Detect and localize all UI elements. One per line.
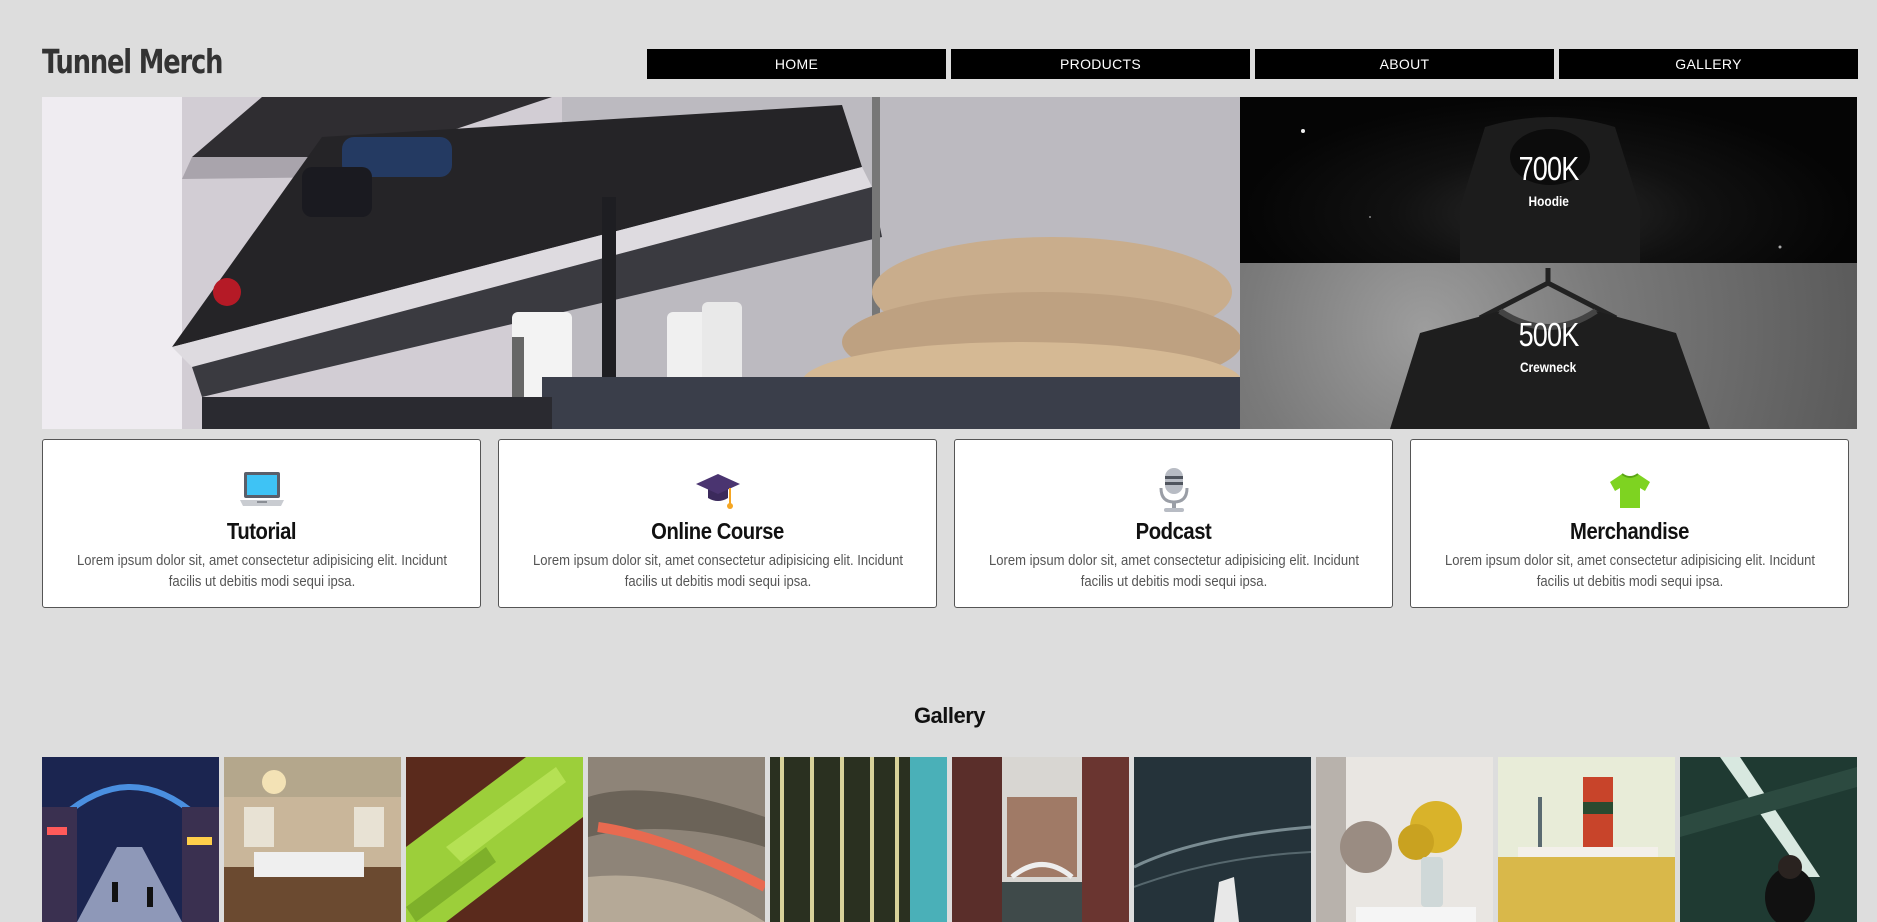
feature-title: Merchandise — [1570, 518, 1689, 544]
hoodie-stat-label: Hoodie — [1528, 192, 1569, 209]
crewneck-stat-tile[interactable]: 500K Crewneck — [1240, 263, 1857, 429]
feature-description: Lorem ipsum dolor sit, amet consectetur … — [1444, 553, 1815, 590]
nav-gallery-link[interactable]: GALLERY — [1559, 49, 1858, 79]
crewneck-stat-value: 500K — [1518, 315, 1580, 353]
feature-title: Online Course — [651, 518, 784, 544]
laptop-icon — [239, 472, 284, 506]
feature-card-tutorial[interactable]: Tutorial Lorem ipsum dolor sit, amet con… — [42, 439, 481, 608]
graduation-cap-icon — [695, 474, 740, 509]
gallery-image-street[interactable] — [42, 757, 219, 922]
gallery-heading: Gallery — [913, 703, 986, 728]
gallery-image-subway[interactable] — [1680, 757, 1857, 922]
feature-description: Lorem ipsum dolor sit, amet consectetur … — [76, 553, 447, 590]
page: Tunnel Merch HOME PRODUCTS ABOUT GALLERY — [0, 0, 1877, 922]
hoodie-stat-tile[interactable]: 700K Hoodie — [1240, 97, 1857, 263]
feature-title: Podcast — [1135, 518, 1212, 544]
hoodie-stat-value: 700K — [1518, 149, 1580, 187]
nav-about-link[interactable]: ABOUT — [1255, 49, 1554, 79]
feature-card-podcast[interactable]: Podcast Lorem ipsum dolor sit, amet cons… — [954, 439, 1393, 608]
gallery-image-interior[interactable] — [224, 757, 401, 922]
microphone-icon — [1159, 468, 1188, 512]
feature-card-online-course[interactable]: Online Course Lorem ipsum dolor sit, ame… — [498, 439, 937, 608]
t-shirt-icon — [1609, 473, 1650, 508]
gallery-image-flowers[interactable] — [1316, 757, 1493, 922]
nav-home-link[interactable]: HOME — [647, 49, 946, 79]
gallery-grid — [42, 757, 1857, 922]
crewneck-stat-label: Crewneck — [1520, 358, 1577, 375]
main-nav: HOME PRODUCTS ABOUT GALLERY — [647, 49, 1858, 79]
feature-title: Tutorial — [226, 518, 297, 544]
hero-stats: 700K Hoodie 500K Crewneck — [1240, 97, 1857, 429]
hero-section: 700K Hoodie 500K Crewneck — [42, 97, 1857, 429]
site-logo[interactable]: Tunnel Merch — [42, 42, 223, 81]
site-header: Tunnel Merch HOME PRODUCTS ABOUT GALLERY — [42, 36, 1858, 84]
features-section: Tutorial Lorem ipsum dolor sit, amet con… — [42, 439, 1857, 608]
feature-card-merchandise[interactable]: Merchandise Lorem ipsum dolor sit, amet … — [1410, 439, 1849, 608]
gallery-image-ocean[interactable] — [1134, 757, 1311, 922]
gallery-image-green-leaf[interactable] — [406, 757, 583, 922]
gallery-image-building[interactable] — [770, 757, 947, 922]
nav-products-link[interactable]: PRODUCTS — [951, 49, 1250, 79]
feature-description: Lorem ipsum dolor sit, amet consectetur … — [532, 553, 903, 590]
gallery-image-terrain[interactable] — [588, 757, 765, 922]
gallery-image-ship[interactable] — [1498, 757, 1675, 922]
hero-shelf-image — [42, 97, 1240, 429]
gallery-image-canal[interactable] — [952, 757, 1129, 922]
feature-description: Lorem ipsum dolor sit, amet consectetur … — [988, 553, 1359, 590]
